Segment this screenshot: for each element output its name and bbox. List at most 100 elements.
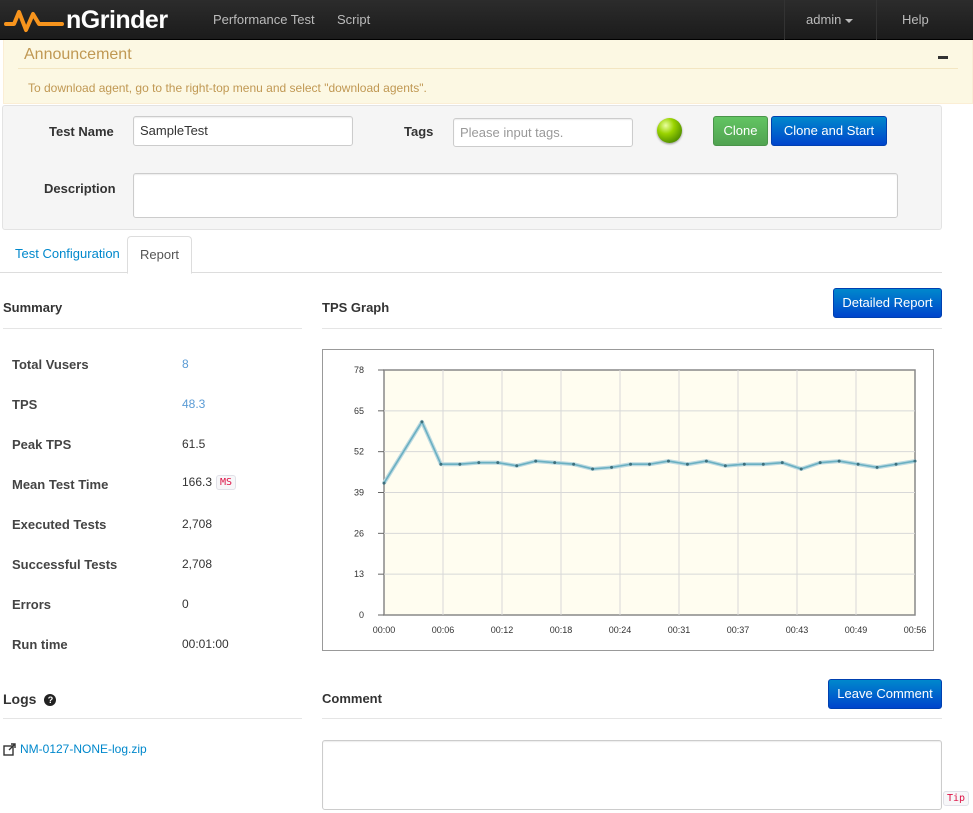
peak-tps-value: 61.5	[182, 437, 206, 451]
x-tick-label: 00:24	[609, 625, 632, 635]
x-tick-label: 00:12	[491, 625, 514, 635]
log-file-name: NM-0127-NONE-log.zip	[20, 742, 147, 756]
data-point	[515, 464, 519, 468]
announcement-panel: Announcement To download agent, go to th…	[3, 40, 973, 104]
tps-value[interactable]: 48.3	[182, 397, 205, 411]
x-tick-label: 00:56	[904, 625, 927, 635]
summary-label: Mean Test Time	[12, 477, 109, 492]
log-file-link[interactable]: NM-0127-NONE-log.zip	[3, 742, 147, 756]
x-tick-label: 00:18	[550, 625, 573, 635]
x-tick-label: 00:49	[845, 625, 868, 635]
tip-badge[interactable]: Tip	[943, 791, 970, 806]
data-point	[382, 481, 386, 485]
nav-help[interactable]: Help	[902, 12, 929, 27]
test-status-icon	[657, 118, 682, 143]
comment-textarea[interactable]	[322, 740, 942, 810]
y-tick-label: 0	[359, 610, 364, 620]
top-navbar: nGrinder Performance Test Script admin H…	[0, 0, 973, 40]
y-tick-label: 52	[354, 447, 364, 457]
user-name: admin	[806, 12, 842, 27]
clone-and-start-button[interactable]: Clone and Start	[771, 116, 887, 146]
tags-label: Tags	[404, 124, 434, 139]
caret-down-icon	[845, 18, 854, 23]
data-point	[799, 467, 803, 471]
x-tick-label: 00:43	[786, 625, 809, 635]
data-point	[685, 462, 689, 466]
data-point	[666, 459, 670, 463]
run-time-value: 00:01:00	[182, 637, 229, 651]
external-link-icon	[3, 742, 16, 756]
collapse-icon[interactable]	[938, 56, 948, 59]
clone-button[interactable]: Clone	[713, 116, 768, 146]
data-point	[534, 459, 538, 463]
x-tick-label: 00:00	[373, 625, 396, 635]
data-point	[496, 461, 500, 465]
summary-label: Run time	[12, 637, 68, 652]
data-point	[420, 420, 424, 424]
x-tick-label: 00:06	[432, 625, 455, 635]
summary-label: Errors	[12, 597, 52, 612]
logs-title: Logs?	[3, 691, 57, 707]
data-point	[742, 462, 746, 466]
announcement-title: Announcement	[24, 46, 132, 63]
tab-report[interactable]: Report	[127, 236, 193, 274]
data-point	[553, 461, 557, 465]
user-menu[interactable]: admin	[806, 12, 854, 27]
data-point	[629, 462, 633, 466]
help-icon[interactable]: ?	[44, 694, 57, 707]
divider	[3, 328, 302, 329]
test-name-label: Test Name	[49, 124, 114, 139]
data-point	[439, 462, 443, 466]
data-point	[761, 462, 765, 466]
mean-test-time-value: 166.3	[182, 475, 213, 489]
data-point	[591, 467, 595, 471]
summary-label: TPS	[12, 397, 38, 412]
pulse-logo-icon	[4, 10, 64, 32]
data-point	[572, 462, 576, 466]
divider	[18, 68, 958, 69]
data-point	[875, 465, 879, 469]
y-tick-label: 78	[354, 365, 364, 375]
data-point	[458, 462, 462, 466]
y-tick-label: 13	[354, 569, 364, 579]
x-tick-label: 00:31	[668, 625, 691, 635]
tps-graph-title: TPS Graph	[322, 300, 390, 315]
announcement-text: To download agent, go to the right-top m…	[28, 81, 427, 95]
y-tick-label: 26	[354, 528, 364, 538]
comment-title: Comment	[322, 691, 382, 706]
description-field[interactable]	[133, 173, 898, 218]
data-point	[780, 461, 784, 465]
data-point	[856, 462, 860, 466]
summary-label: Successful Tests	[12, 557, 118, 572]
leave-comment-button[interactable]: Leave Comment	[828, 679, 942, 709]
errors-value: 0	[182, 597, 189, 611]
total-vusers-value[interactable]: 8	[182, 357, 189, 371]
y-tick-label: 65	[354, 406, 364, 416]
summary-label: Total Vusers	[12, 357, 89, 372]
data-point	[704, 459, 708, 463]
test-name-input[interactable]: SampleTest	[133, 116, 353, 146]
brand-name: nGrinder	[66, 5, 168, 34]
y-tick-label: 39	[354, 488, 364, 498]
unit-badge: MS	[216, 475, 237, 491]
tab-bar: Test Configuration Report	[0, 236, 942, 274]
tab-test-configuration[interactable]: Test Configuration	[3, 236, 132, 273]
nav-divider	[876, 0, 877, 40]
summary-label: Peak TPS	[12, 437, 72, 452]
divider	[3, 718, 302, 719]
data-point	[648, 462, 651, 466]
divider	[322, 718, 942, 719]
divider	[322, 328, 942, 329]
data-point	[837, 459, 841, 463]
detailed-report-button[interactable]: Detailed Report	[833, 288, 942, 318]
tags-placeholder: Please input tags.	[460, 125, 564, 140]
summary-title: Summary	[3, 300, 63, 315]
nav-performance-test[interactable]: Performance Test	[213, 12, 315, 27]
summary-label: Executed Tests	[12, 517, 107, 532]
tps-chart-frame: 00:00 00:06 00:12 00:18 00:24 00:31 00:37 00:43…	[322, 349, 934, 651]
tags-input[interactable]: Please input tags.	[453, 118, 633, 147]
nav-script[interactable]: Script	[337, 12, 370, 27]
brand-logo[interactable]: nGrinder	[4, 4, 168, 36]
x-tick-label: 00:37	[727, 625, 750, 635]
data-point	[818, 461, 822, 465]
